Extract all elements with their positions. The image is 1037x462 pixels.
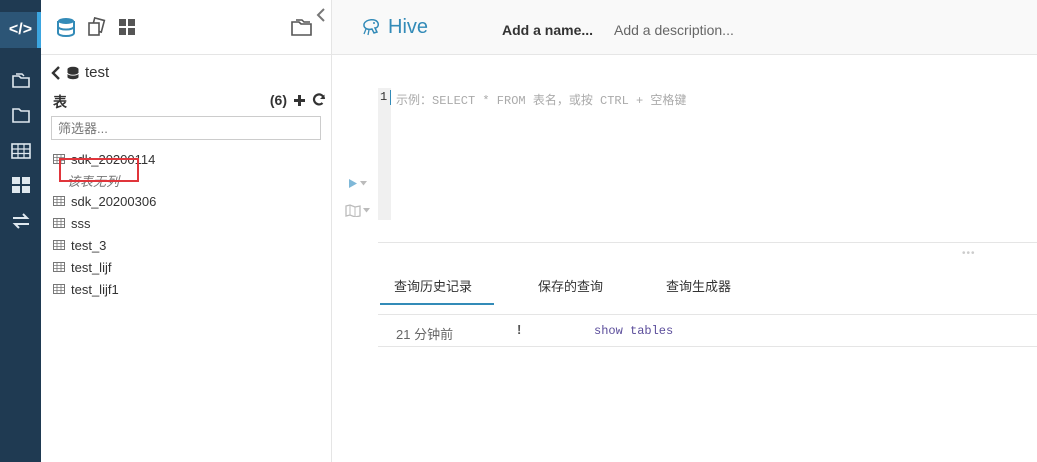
database-icon[interactable] [55,16,77,38]
tabs-border [378,314,1037,315]
run-query-button[interactable] [348,178,367,189]
nav-item-editor[interactable]: </> [0,12,41,48]
editor-header: Hive Add a name... Add a description... [332,0,1037,55]
table-filter-input[interactable] [51,116,321,140]
copy-documents-icon[interactable] [85,16,107,38]
code-icon: </> [8,21,33,38]
tables-count: (6) [269,92,287,108]
table-item-sss[interactable]: sss [53,212,323,234]
table-grid-icon [53,196,65,206]
play-icon [349,179,357,188]
engine-name[interactable]: Hive [388,16,428,39]
editor-divider [378,242,1037,243]
table-item-test_lijf[interactable]: test_lijf [53,256,323,278]
table-name: sdk_20200306 [71,193,157,209]
database-breadcrumb[interactable]: test [51,64,109,81]
tab-query-builder[interactable]: 查询生成器 [666,276,731,295]
tables-title: 表 [53,94,67,110]
assist-panel: test 表 (6) sdk_20200114 该表无列 sdk_2020030… [41,0,332,462]
table-name: test_3 [71,237,107,253]
history-row[interactable]: 21 分钟前 ! show tables [378,316,1037,347]
table-grid-icon [53,218,65,228]
grid-view-icon[interactable] [116,16,138,38]
documents-icon[interactable] [0,68,41,92]
caret-down-icon [360,181,367,186]
add-name-field[interactable]: Add a name... [502,22,593,38]
resize-handle[interactable]: ••• [962,248,976,259]
left-nav: </> [0,0,41,462]
swap-icon[interactable] [0,209,41,233]
table-name: sss [71,215,91,231]
hive-logo-icon [363,19,379,36]
table-name: test_lijf1 [71,281,119,297]
editor-gutter [378,88,391,220]
table-grid-icon [53,262,65,272]
table-item-test_3[interactable]: test_3 [53,234,323,256]
table-grid-icon [53,240,65,250]
tab-saved-queries[interactable]: 保存的查询 [538,276,603,295]
table-item-test_lijf1[interactable]: test_lijf1 [53,278,323,300]
assist-panel-header [41,0,331,55]
database-small-icon [67,66,79,79]
open-folder-icon[interactable] [289,16,315,38]
database-name: test [85,64,110,81]
editor-placeholder: 示例：SELECT * FROM 表名，或按 CTRL + 空格键 [396,94,687,108]
back-chevron-icon[interactable] [51,65,61,80]
editor-caret [390,90,391,105]
folder-icon[interactable] [0,103,41,127]
active-tab-underline [380,303,494,305]
history-query: show tables [594,324,674,338]
collapse-panel-icon[interactable] [316,8,326,25]
line-number: 1 [380,90,388,104]
caret-down-icon [363,208,370,213]
add-table-icon[interactable] [291,92,307,108]
table-item-sdk_20200306[interactable]: sdk_20200306 [53,190,323,212]
history-time: 21 分钟前 [396,327,454,342]
tab-query-history[interactable]: 查询历史记录 [394,276,472,295]
highlight-annotation-box [59,158,139,182]
tables-header: 表 (6) [53,92,326,110]
query-options-button[interactable] [345,204,370,217]
map-icon [345,204,361,217]
refresh-icon[interactable] [311,92,327,108]
table-name: test_lijf [71,259,112,275]
dashboard-icon[interactable] [0,173,41,197]
table-icon[interactable] [0,139,41,163]
sql-editor[interactable]: 1 示例：SELECT * FROM 表名，或按 CTRL + 空格键 [378,88,1037,220]
results-tabs: 查询历史记录 保存的查询 查询生成器 [378,264,1037,305]
add-description-field[interactable]: Add a description... [614,22,734,38]
history-status-icon: ! [517,322,522,337]
table-grid-icon [53,284,65,294]
